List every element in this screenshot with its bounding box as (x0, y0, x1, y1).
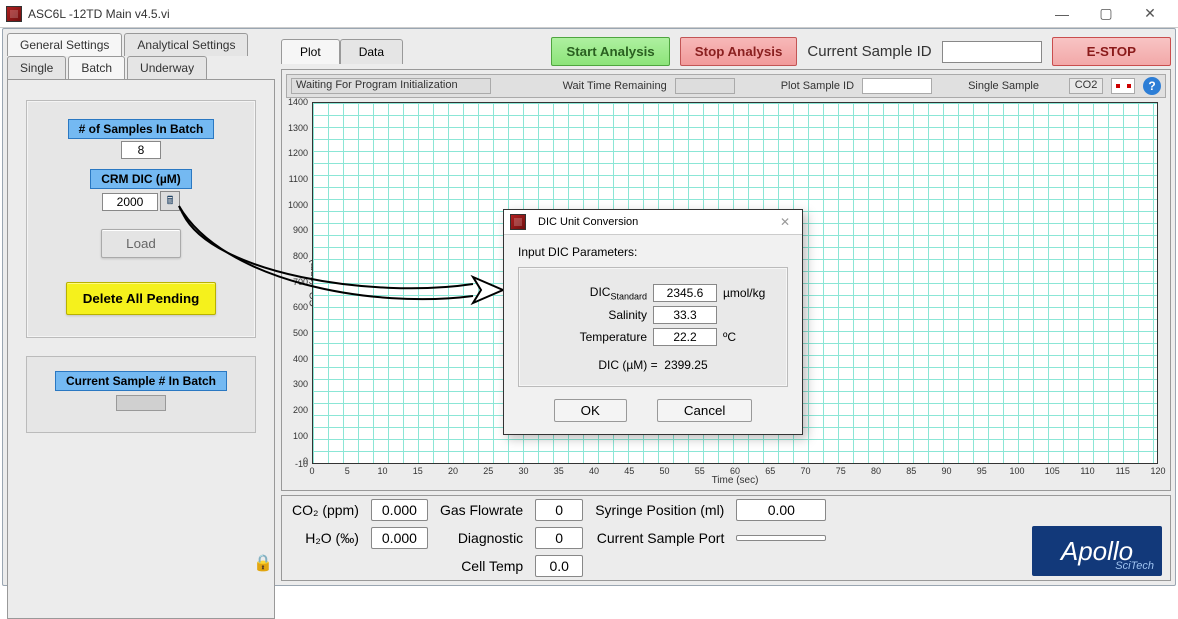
dic-standard-unit: µmol/kg (723, 286, 777, 300)
temperature-unit: ºC (723, 330, 777, 344)
gas-flowrate-value: 0 (535, 499, 583, 521)
load-button[interactable]: Load (101, 229, 181, 258)
readout-bar: 🔒 CO₂ (ppm) 0.000 Gas Flowrate 0 Syringe… (281, 495, 1171, 581)
plot-sample-id-label: Plot Sample ID (781, 80, 854, 92)
samples-in-batch-label: # of Samples In Batch (68, 119, 215, 139)
plot-sample-id-field[interactable] (862, 78, 932, 94)
salinity-input[interactable] (653, 306, 717, 324)
delete-all-pending-button[interactable]: Delete All Pending (66, 282, 217, 315)
gas-flowrate-label: Gas Flowrate (440, 502, 523, 518)
dialog-ok-button[interactable]: OK (554, 399, 627, 422)
dic-standard-input[interactable] (653, 284, 717, 302)
current-sample-id-field[interactable] (942, 41, 1042, 63)
temperature-input[interactable] (653, 328, 717, 346)
batch-config-box: # of Samples In Batch 8 CRM DIC (µM) 200… (26, 100, 256, 338)
current-sample-idx-field (116, 395, 166, 411)
h2o-value: 0.000 (371, 527, 428, 549)
dialog-titlebar[interactable]: DIC Unit Conversion ✕ (504, 210, 802, 235)
current-sample-box: Current Sample # In Batch (26, 356, 256, 433)
syringe-position-label: Syringe Position (ml) (595, 502, 724, 518)
title-bar: ASC6L -12TD Main v4.5.vi — ▢ ✕ (0, 0, 1178, 28)
dic-result-row: DIC (µM) = 2399.25 (529, 358, 777, 372)
left-panel: General Settings Analytical Settings Sin… (7, 33, 275, 581)
crm-calc-button[interactable]: 🖩 (160, 191, 180, 211)
main-frame: General Settings Analytical Settings Sin… (2, 28, 1176, 586)
batch-tab-body: # of Samples In Batch 8 CRM DIC (µM) 200… (7, 79, 275, 619)
tab-analytical-settings[interactable]: Analytical Settings (124, 33, 248, 56)
tab-data[interactable]: Data (340, 39, 403, 64)
settings-tabs: General Settings Analytical Settings Sin… (7, 33, 275, 619)
diagnostic-value: 0 (535, 527, 583, 549)
current-sample-port-value (736, 535, 826, 541)
crm-dic-label: CRM DIC (µM) (90, 169, 192, 189)
temperature-label: Temperature (529, 330, 647, 344)
current-sample-idx-label: Current Sample # In Batch (55, 371, 227, 391)
lock-icon[interactable]: 🔒 (252, 552, 274, 574)
status-message: Waiting For Program Initialization (291, 78, 491, 94)
wait-time-field (675, 78, 735, 94)
co2-toggle-button[interactable]: CO2 (1069, 78, 1103, 94)
dialog-title: DIC Unit Conversion (538, 216, 638, 228)
x-ticks: 0510152025303540455055606570758085909510… (312, 466, 1158, 478)
dialog-close-button[interactable]: ✕ (774, 215, 796, 229)
tab-plot[interactable]: Plot (281, 39, 340, 64)
co2-label: CO₂ (ppm) (292, 502, 359, 518)
dic-result-value: 2399.25 (664, 358, 707, 372)
plot-style-button[interactable] (1111, 78, 1135, 94)
dialog-heading: Input DIC Parameters: (518, 245, 788, 259)
wait-time-label: Wait Time Remaining (563, 80, 667, 92)
apollo-logo: Apollo SciTech (1032, 526, 1162, 576)
window-controls: — ▢ ✕ (1040, 1, 1172, 27)
plot-status-bar: Waiting For Program Initialization Wait … (286, 74, 1166, 98)
cell-temp-value: 0.0 (535, 555, 583, 577)
dialog-input-group: DICStandard µmol/kg Salinity Temperature… (518, 267, 788, 387)
h2o-label: H₂O (‰) (292, 530, 359, 546)
tab-batch[interactable]: Batch (68, 56, 125, 79)
current-sample-id-label: Current Sample ID (807, 43, 931, 60)
start-analysis-button[interactable]: Start Analysis (551, 37, 669, 66)
samples-in-batch-field[interactable]: 8 (121, 141, 161, 159)
minimize-button[interactable]: — (1040, 1, 1084, 27)
current-sample-port-label: Current Sample Port (595, 530, 724, 546)
diagnostic-label: Diagnostic (440, 530, 523, 546)
close-button[interactable]: ✕ (1128, 1, 1172, 27)
tab-single[interactable]: Single (7, 56, 66, 79)
calculator-icon: 🖩 (167, 192, 174, 211)
stop-analysis-button[interactable]: Stop Analysis (680, 37, 798, 66)
tab-general-settings[interactable]: General Settings (7, 33, 122, 56)
salinity-label: Salinity (529, 308, 647, 322)
y-ticks: -100100200300400500600700800900100011001… (278, 102, 308, 464)
crm-dic-field[interactable]: 2000 (102, 193, 158, 211)
tab-underway[interactable]: Underway (127, 56, 207, 79)
app-icon (6, 6, 22, 22)
cell-temp-label: Cell Temp (440, 558, 523, 574)
co2-value: 0.000 (371, 499, 428, 521)
dic-standard-label: DICStandard (529, 285, 647, 301)
syringe-position-value: 0.00 (736, 499, 826, 521)
single-sample-label: Single Sample (968, 80, 1039, 92)
help-button[interactable]: ? (1143, 77, 1161, 95)
dialog-cancel-button[interactable]: Cancel (657, 399, 753, 422)
top-action-bar: Plot Data Start Analysis Stop Analysis C… (281, 33, 1171, 66)
estop-button[interactable]: E-STOP (1052, 37, 1171, 66)
dic-conversion-dialog: DIC Unit Conversion ✕ Input DIC Paramete… (503, 209, 803, 435)
window-title: ASC6L -12TD Main v4.5.vi (28, 7, 170, 21)
maximize-button[interactable]: ▢ (1084, 1, 1128, 27)
dialog-app-icon (510, 214, 526, 230)
